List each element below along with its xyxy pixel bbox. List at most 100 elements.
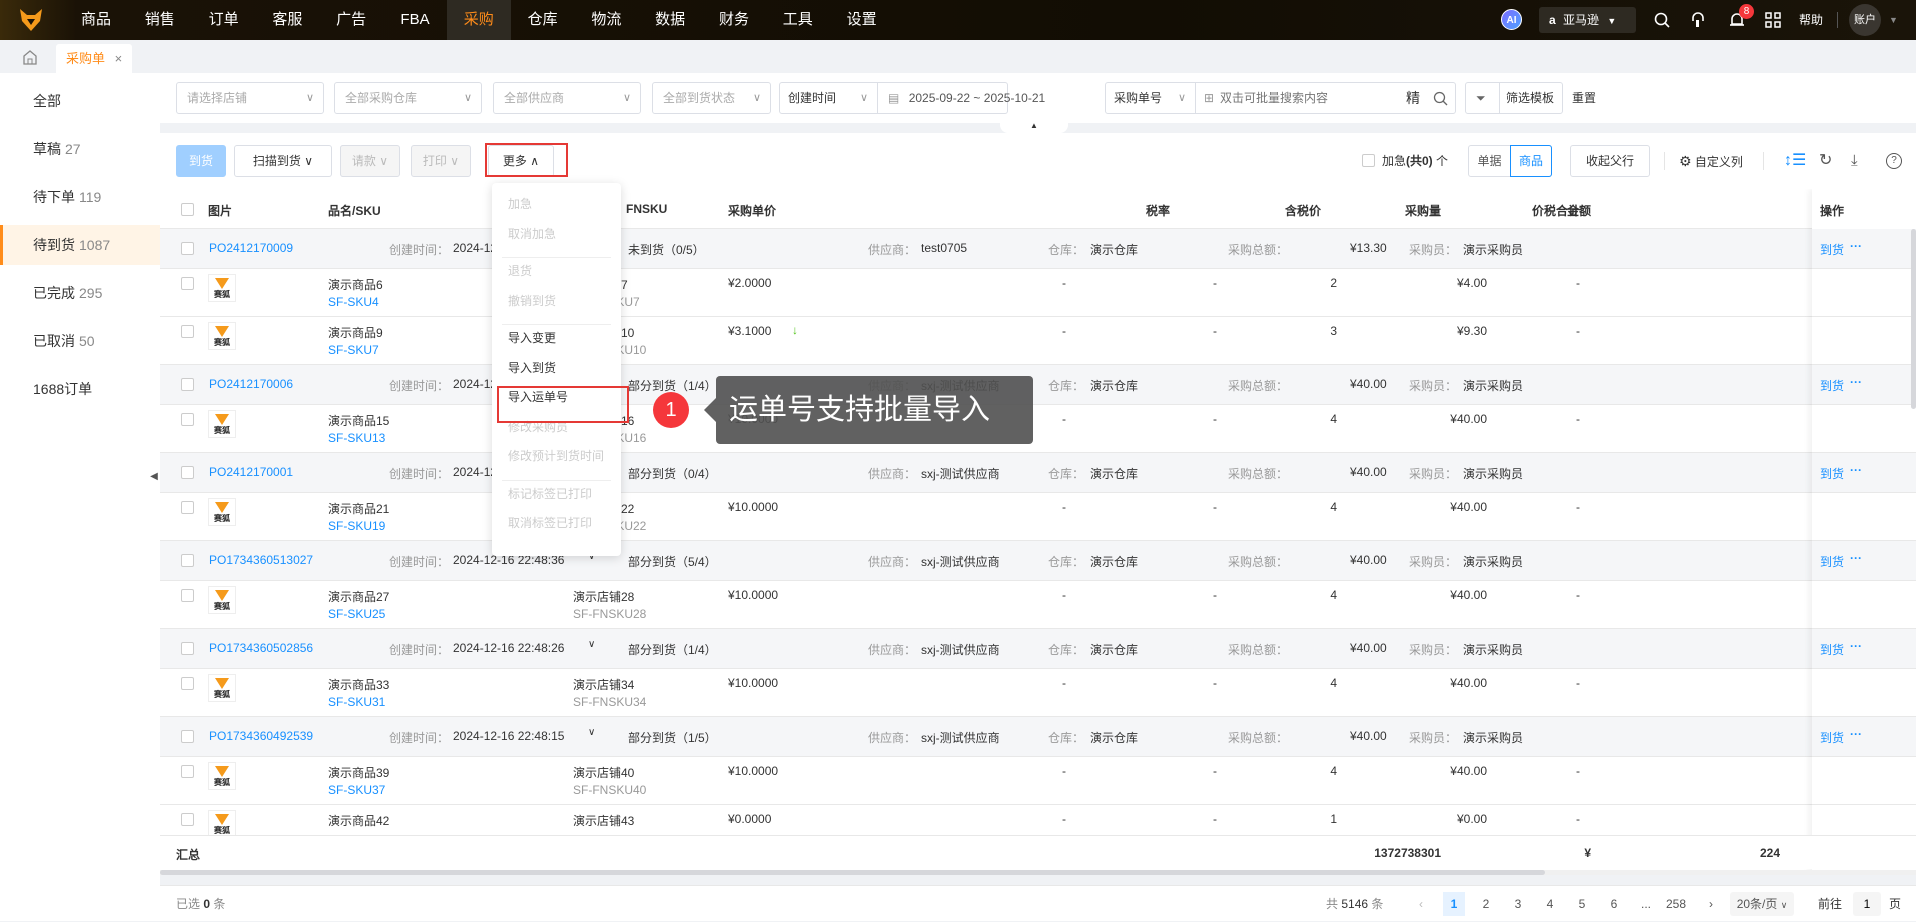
arrival-status-select[interactable]: 全部到货状态 ∨ [652,82,771,114]
more-actions-icon[interactable]: ··· [1850,239,1862,253]
search-field-select[interactable]: 采购单号 ∨ [1106,83,1196,113]
next-page-button[interactable]: › [1700,892,1722,916]
arrive-link[interactable]: 到货 [1820,553,1844,570]
nav-item[interactable]: 工具 [766,0,830,40]
select-all-checkbox[interactable] [181,203,194,216]
arrive-link[interactable]: 到货 [1820,377,1844,394]
po-number-link[interactable]: PO2412170006 [209,377,293,391]
po-number-link[interactable]: PO2412170009 [209,241,293,255]
row-density-icon[interactable]: ↕☰ [1784,145,1806,177]
account-avatar[interactable]: 账户 [1849,4,1881,36]
page-button[interactable]: 258 [1661,892,1691,916]
row-checkbox[interactable] [181,466,194,479]
row-checkbox[interactable] [181,501,194,514]
menu-item[interactable]: 导入到货 [508,359,556,376]
more-actions-icon[interactable]: ··· [1850,463,1862,477]
nav-item[interactable]: 客服 [255,0,319,40]
nav-item[interactable]: 物流 [574,0,638,40]
date-range-input[interactable]: ▤ 2025-09-22 ~ 2025-10-21 [878,83,1045,113]
row-checkbox[interactable] [181,677,194,690]
batch-search-icon[interactable]: ⊞ [1204,83,1214,113]
nav-item[interactable]: FBA [383,0,447,40]
more-actions-icon[interactable]: ··· [1850,639,1862,653]
horizontal-scrollbar[interactable] [160,870,1916,875]
payment-button[interactable]: 请款 ∨ [340,145,400,177]
row-checkbox[interactable] [181,642,194,655]
row-checkbox[interactable] [181,378,194,391]
vertical-scrollbar[interactable] [1911,229,1916,409]
more-actions-icon[interactable]: ··· [1850,375,1862,389]
chevron-down-icon[interactable]: ∨ [588,639,595,650]
row-checkbox[interactable] [181,589,194,602]
sidebar-item[interactable]: 已取消 50 [0,321,160,361]
menu-item[interactable]: 导入变更 [508,329,556,346]
sidebar-item[interactable]: 1688订单 [0,369,160,409]
arrive-button[interactable]: 到货 [176,145,226,177]
view-order-tab[interactable]: 单据 [1469,146,1510,176]
nav-item[interactable]: 商品 [64,0,128,40]
nav-item[interactable]: 仓库 [511,0,575,40]
urgent-checkbox[interactable] [1362,154,1375,167]
po-number-link[interactable]: PO2412170001 [209,465,293,479]
row-checkbox[interactable] [181,765,194,778]
fox-logo[interactable] [18,7,44,33]
scan-arrive-button[interactable]: 扫描到货 ∨ [234,145,332,177]
row-checkbox[interactable] [181,277,194,290]
prev-page-button[interactable]: ‹ [1410,892,1432,916]
headset-icon[interactable] [1690,11,1706,29]
close-icon[interactable]: × [115,51,123,66]
more-actions-icon[interactable]: ··· [1850,727,1862,741]
apps-grid-icon[interactable] [1765,12,1781,28]
page-button[interactable]: 3 [1507,892,1529,916]
print-button[interactable]: 打印 ∨ [411,145,471,177]
more-actions-icon[interactable]: ··· [1850,551,1862,565]
arrive-link[interactable]: 到货 [1820,729,1844,746]
collapse-parent-button[interactable]: 收起父行 [1570,145,1650,177]
sidebar-item[interactable]: 已完成 295 [0,273,160,313]
nav-item[interactable]: 设置 [830,0,894,40]
row-checkbox[interactable] [181,325,194,338]
home-icon[interactable] [23,50,37,65]
page-button[interactable]: 1 [1443,892,1465,916]
filter-template-button[interactable]: ⏷ 筛选模板 [1465,82,1563,114]
custom-columns-button[interactable]: ⚙ 自定义列 [1679,145,1743,178]
po-number-link[interactable]: PO1734360513027 [209,553,313,567]
sku-link[interactable]: SF-SKU31 [328,695,385,709]
page-button[interactable]: 6 [1603,892,1625,916]
arrive-link[interactable]: 到货 [1820,241,1844,258]
collapse-filter-handle[interactable]: ▲ [1000,119,1068,133]
arrive-link[interactable]: 到货 [1820,465,1844,482]
chevron-down-icon[interactable]: ∨ [588,727,595,738]
sku-link[interactable]: SF-SKU25 [328,607,385,621]
nav-item[interactable]: 财务 [702,0,766,40]
sku-link[interactable]: SF-SKU7 [328,343,379,357]
nav-item[interactable]: 数据 [638,0,702,40]
page-size-select[interactable]: 20条/页 ∨ [1730,892,1794,916]
ai-assistant-button[interactable]: AI [1501,9,1522,30]
sku-link[interactable]: SF-SKU4 [328,295,379,309]
sidebar-item[interactable]: 待到货 1087 [0,225,160,265]
page-button[interactable]: 2 [1475,892,1497,916]
caret-down-icon[interactable]: ▼ [1889,0,1898,40]
tab-purchase-order[interactable]: 采购单 × [56,44,133,73]
marketplace-selector[interactable]: a 亚马逊 ▼ [1539,7,1636,33]
time-type-select[interactable]: 创建时间 ∨ [780,83,878,113]
download-icon[interactable]: ⤓ [1851,145,1858,177]
arrive-link[interactable]: 到货 [1820,641,1844,658]
help-icon[interactable]: ? [1886,153,1902,169]
sidebar-item[interactable]: 草稿 27 [0,129,160,169]
sidebar-item[interactable]: 全部 [0,81,160,121]
warehouse-select[interactable]: 全部采购仓库 ∨ [334,82,482,114]
search-input[interactable] [1220,87,1400,109]
row-checkbox[interactable] [181,242,194,255]
goto-page-input[interactable] [1853,892,1881,916]
search-icon[interactable] [1433,91,1448,106]
search-icon[interactable] [1654,12,1670,28]
nav-item[interactable]: 采购 [446,0,511,40]
help-link[interactable]: 帮助 [1799,0,1823,40]
nav-item[interactable]: 销售 [128,0,192,40]
nav-item[interactable]: 订单 [192,0,256,40]
reset-button[interactable]: 重置 [1572,82,1596,114]
exact-match-toggle[interactable]: 精 [1406,83,1420,113]
view-goods-tab[interactable]: 商品 [1510,145,1552,177]
